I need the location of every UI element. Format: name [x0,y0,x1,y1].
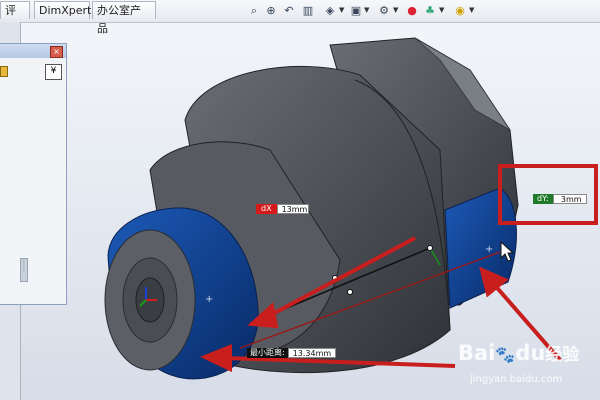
measure-point-3 [427,245,433,251]
dx-value: 13mm [276,204,309,214]
dy-value: 3mm [552,194,587,204]
dy-label: dY: [533,194,553,204]
watermark-jingyan: 经验 [545,345,580,365]
measure-point-2 [347,289,353,295]
baidu-watermark: Bai🐾du经验 [458,340,579,365]
watermark-brand-2: du [515,341,546,365]
watermark-brand: Bai [458,341,496,365]
min-distance-callout: 最小距离: 13.34mm [247,348,337,358]
watermark-paw-icon: 🐾 [495,345,516,364]
face-centroid-marker-2: + [205,294,213,305]
face-centroid-marker: + [485,244,493,255]
min-distance-value: 13.34mm [287,348,337,358]
dx-label: dX [256,204,277,214]
dy-callout: dY: 3mm [533,194,587,204]
min-distance-label: 最小距离: [247,348,288,358]
watermark-url: jingyan.baidu.com [470,374,563,385]
dx-callout: dX 13mm [256,204,309,214]
